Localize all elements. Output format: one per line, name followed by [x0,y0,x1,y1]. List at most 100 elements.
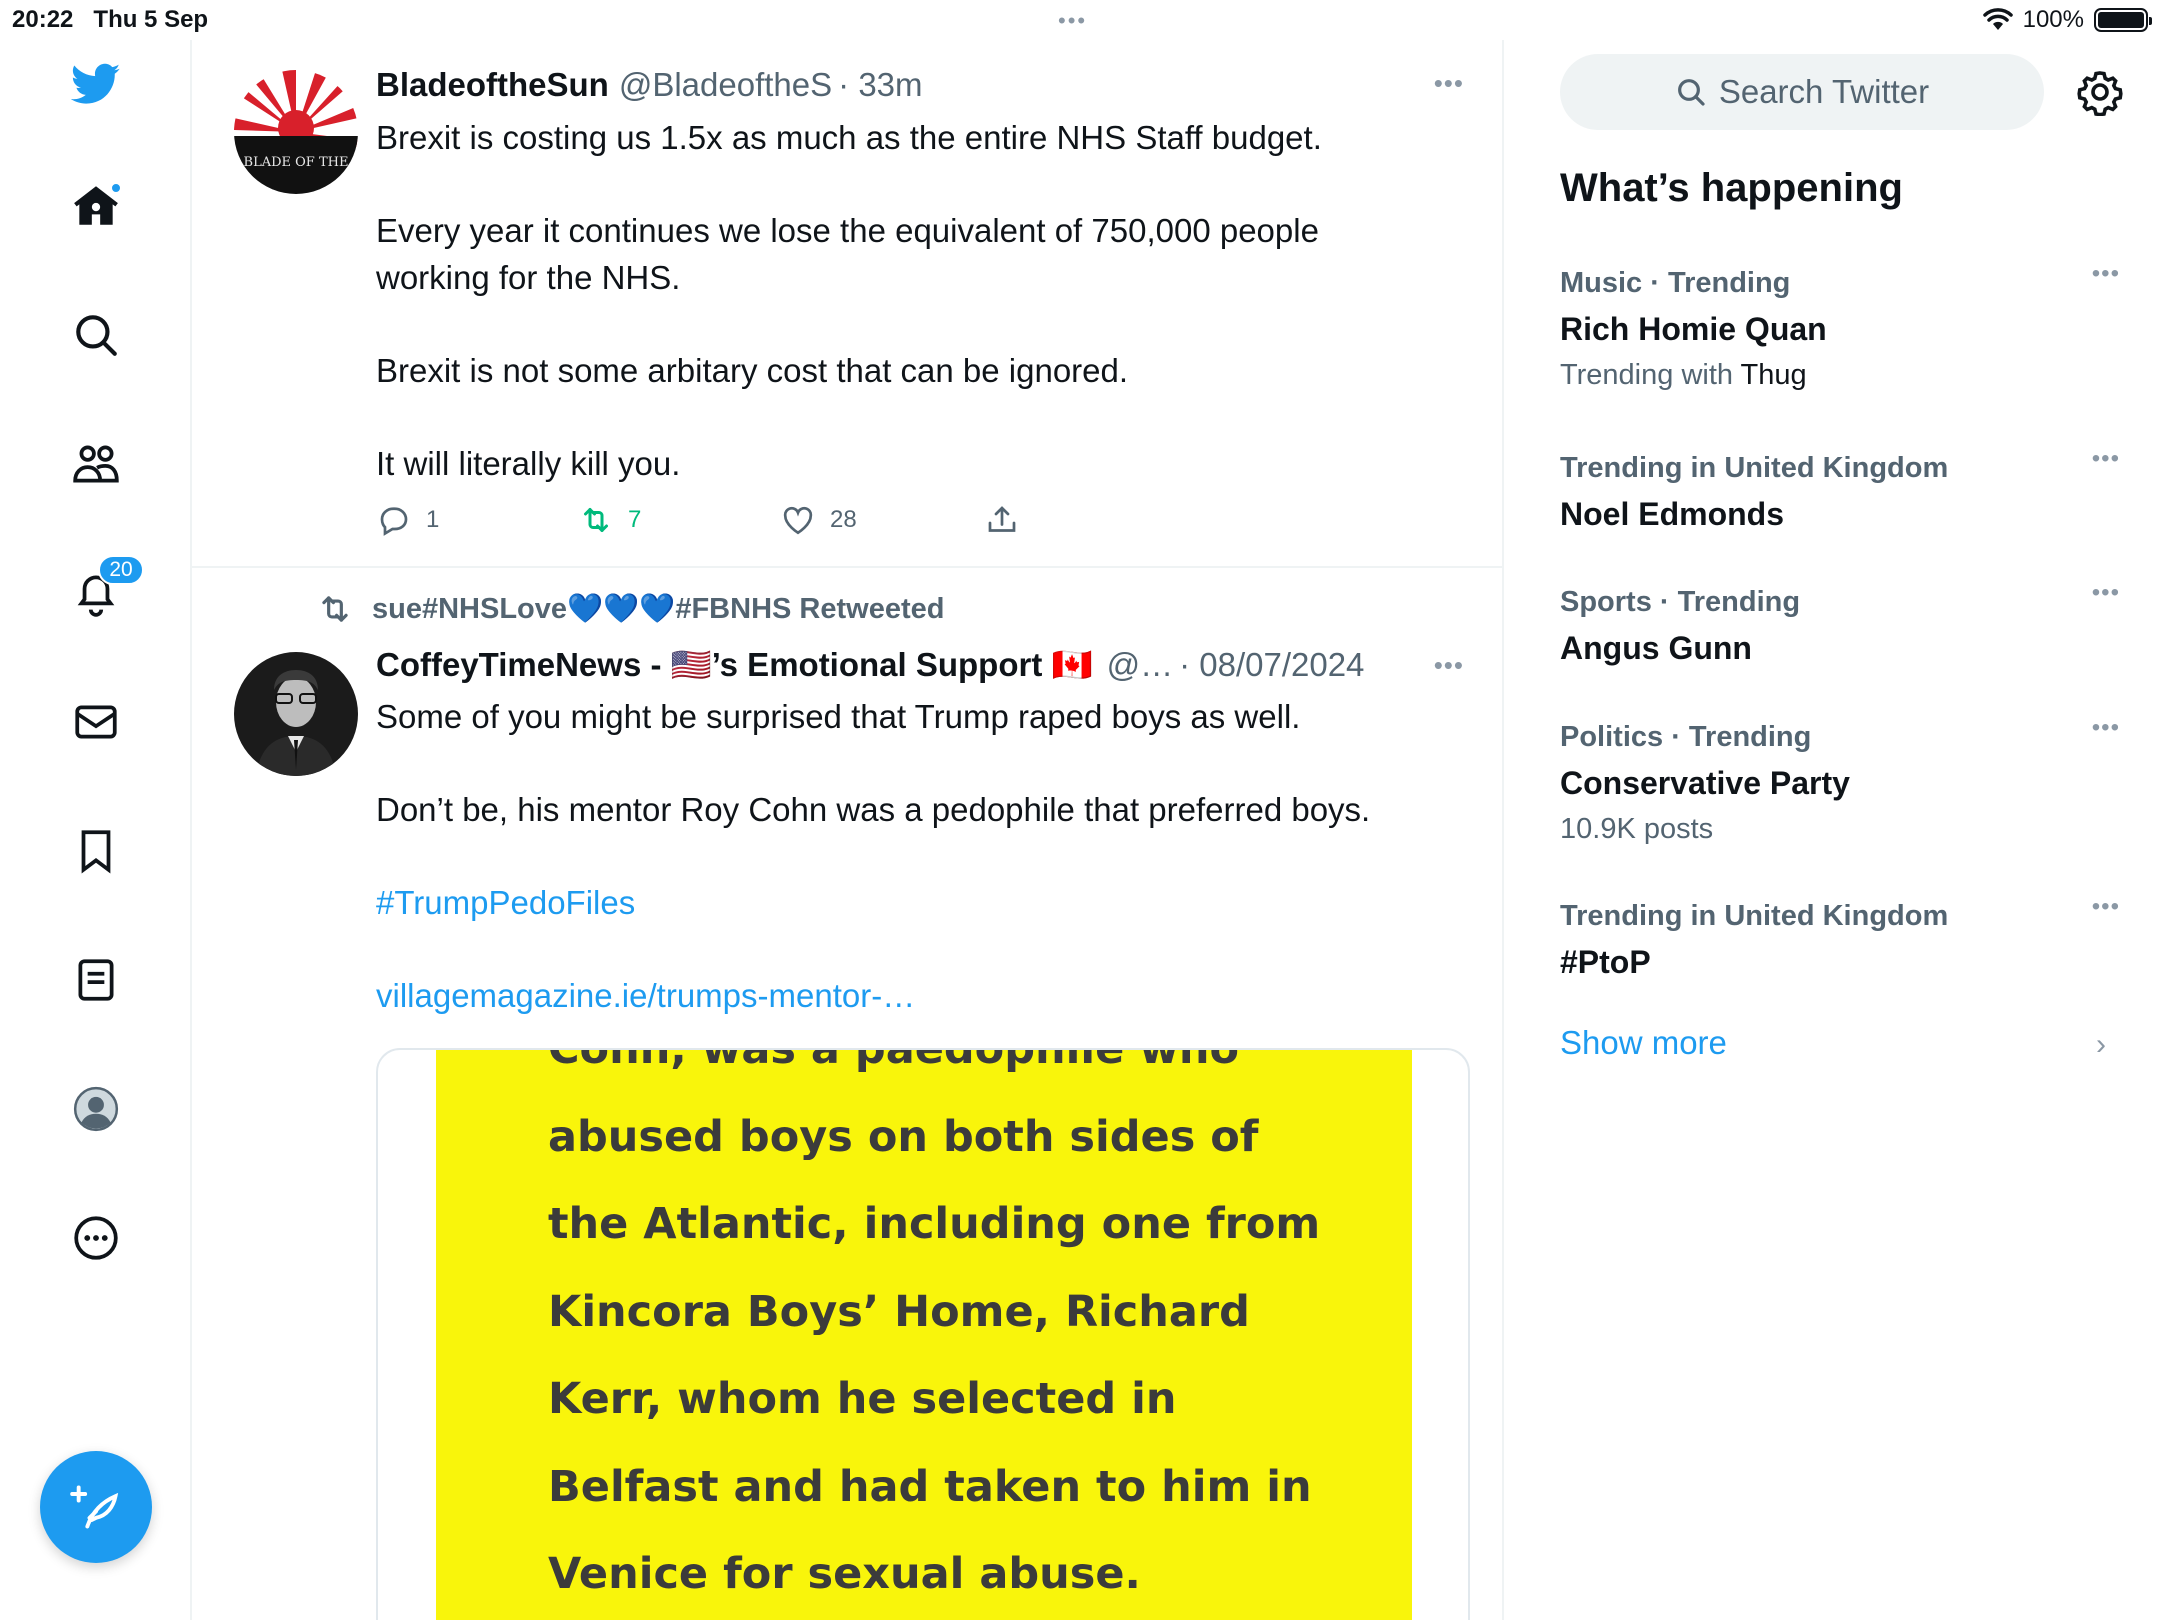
media-line: Kerr, whom he selected in [548,1374,1177,1424]
trend-meta: 10.9K posts [1560,813,1714,845]
handle[interactable]: @BladeoftheS [619,66,832,104]
tweet[interactable]: sue#NHSLove💙💙💙#FBNHS Retweeted CoffeyTim… [192,570,1502,1620]
compose-button[interactable] [40,1451,152,1563]
media-line: Cohn, was a paedophile who [548,1048,1240,1074]
reply-count: 1 [426,506,440,533]
trend-item[interactable]: Sports · Trending Angus Gunn ••• [1560,579,2120,671]
gear-icon[interactable] [2076,68,2124,116]
tweet-more-icon[interactable]: ••• [1434,650,1464,681]
retweet-button[interactable]: 7 [578,502,780,538]
retweet-count: 7 [628,506,642,533]
like-button[interactable]: 28 [780,502,984,538]
status-bar: 20:22 Thu 5 Sep ••• 100% [0,0,2160,40]
tweet-time[interactable]: · 08/07/2024 [1179,646,1364,684]
media-line: the Atlantic, including one from [548,1199,1321,1249]
display-name[interactable]: BladeoftheSun [376,66,609,104]
trend-item[interactable]: Music · Trending Rich Homie Quan Trendin… [1560,260,2120,398]
trend-name: Conservative Party [1560,765,1850,801]
share-button[interactable] [984,502,1020,538]
trend-item[interactable]: Politics · Trending Conservative Party 1… [1560,714,2120,852]
reply-button[interactable]: 1 [376,502,578,538]
chevron-right-icon[interactable]: › [2096,1028,2106,1062]
retweeted-by-row[interactable]: sue#NHSLove💙💙💙#FBNHS Retweeted [316,590,944,628]
tweet-paragraph: Brexit is costing us 1.5x as much as the… [376,119,1322,156]
tweet-header: BladeoftheSun @BladeoftheS · 33m [376,66,923,104]
clock-time: 20:22 [12,6,74,33]
like-count: 28 [830,506,857,533]
retweet-icon [584,508,608,532]
hashtag-link[interactable]: #TrumpPedoFiles [376,880,1456,927]
battery-icon [2094,8,2152,32]
bookmark-icon[interactable] [64,819,128,883]
battery-percent: 100% [2022,6,2084,33]
trend-item[interactable]: Trending in United Kingdom Noel Edmonds … [1560,445,2120,537]
tweet-time[interactable]: · 33m [838,66,922,104]
tweet-paragraph: Don’t be, his mentor Roy Cohn was a pedo… [376,791,1371,828]
mail-icon[interactable] [64,690,128,754]
reply-icon [380,507,408,536]
tweet-text: Brexit is costing us 1.5x as much as the… [376,115,1456,487]
media-text: Cohn, was a paedophile who abused boys o… [548,1048,1348,1619]
tweet-header: CoffeyTimeNews - 🇺🇸’s Emotional Support … [376,646,1364,685]
search-placeholder: Search Twitter [1718,73,1930,110]
trend-name: Angus Gunn [1560,630,1752,666]
lists-icon[interactable] [64,948,128,1012]
multitasking-dots-icon[interactable]: ••• [1058,8,1087,34]
tweet-more-icon[interactable]: ••• [1434,68,1464,99]
status-time: 20:22 Thu 5 Sep [12,6,208,34]
media-yellow-panel: Cohn, was a paedophile who abused boys o… [436,1050,1412,1620]
avatar[interactable] [234,652,358,776]
display-name[interactable]: CoffeyTimeNews - 🇺🇸’s Emotional Support … [376,646,1093,685]
media-line: Belfast and had taken to him in [548,1461,1312,1512]
more-circle-icon[interactable] [64,1206,128,1270]
status-indicators: 100% [1982,6,2152,34]
trend-meta-text: Trending with [1560,359,1741,391]
trend-category: Trending in United Kingdom [1560,900,1949,932]
retweeted-by-text: sue#NHSLove💙💙💙#FBNHS Retweeted [372,593,945,625]
trend-name: #PtoP [1560,944,1651,980]
trend-category: Trending in United Kingdom [1560,452,1949,484]
trend-more-icon[interactable]: ••• [2092,893,2120,921]
tweet-media-image[interactable]: Cohn, was a paedophile who abused boys o… [376,1048,1470,1620]
tweet[interactable]: BLADE OF THE BladeoftheSun @BladeoftheS … [192,40,1502,568]
handle[interactable]: @… [1107,646,1174,684]
show-more-link[interactable]: Show more [1560,1024,1727,1062]
sidebar-nav: 20 [0,40,192,1620]
wifi-icon [1982,8,2013,30]
trend-category: Music · Trending [1560,267,1791,299]
media-line: Venice for sexual abuse. [548,1549,1141,1599]
whats-happening-title: What’s happening [1560,166,1903,210]
share-icon [988,506,1016,532]
tweet-paragraph: Every year it continues we lose the equi… [376,212,1319,296]
timeline: BLADE OF THE BladeoftheSun @BladeoftheS … [192,40,1504,1620]
profile-icon[interactable] [64,1077,128,1141]
clock-date: Thu 5 Sep [93,6,209,33]
tweet-paragraph: Brexit is not some arbitary cost that ca… [376,351,1129,389]
trend-item[interactable]: Trending in United Kingdom #PtoP ••• [1560,893,2120,985]
home-icon[interactable] [64,174,128,238]
search-icon [1677,79,1705,106]
trend-more-icon[interactable]: ••• [2092,260,2120,288]
retweet-icon [322,596,348,622]
avatar-text: BLADE OF THE [244,155,349,170]
right-sidebar: Search Twitter What’s happening Music · … [1506,40,2160,1620]
trend-more-icon[interactable]: ••• [2092,445,2120,473]
tweet-paragraph: Some of you might be surprised that Trum… [376,698,1301,735]
avatar[interactable]: BLADE OF THE [234,70,358,194]
compose-icon [70,1485,119,1529]
twitter-bird-icon[interactable] [64,52,128,116]
trend-category: Sports · Trending [1560,586,1801,618]
home-new-dot [110,182,122,194]
communities-icon[interactable] [64,432,128,496]
search-input[interactable]: Search Twitter [1560,54,2044,130]
media-line: Kincora Boys’ Home, Richard [548,1286,1250,1337]
bell-icon[interactable]: 20 [64,555,144,625]
search-icon[interactable] [64,303,128,367]
trend-more-icon[interactable]: ••• [2092,579,2120,607]
trend-more-icon[interactable]: ••• [2092,714,2120,742]
tweet-paragraph: It will literally kill you. [376,444,681,482]
trend-meta-related[interactable]: Thug [1741,359,1807,391]
url-link[interactable]: villagemagazine.ie/trumps-mentor-… [376,973,1456,1020]
trend-meta: Trending with Thug [1560,352,2120,398]
trend-category: Politics · Trending [1560,721,1812,753]
